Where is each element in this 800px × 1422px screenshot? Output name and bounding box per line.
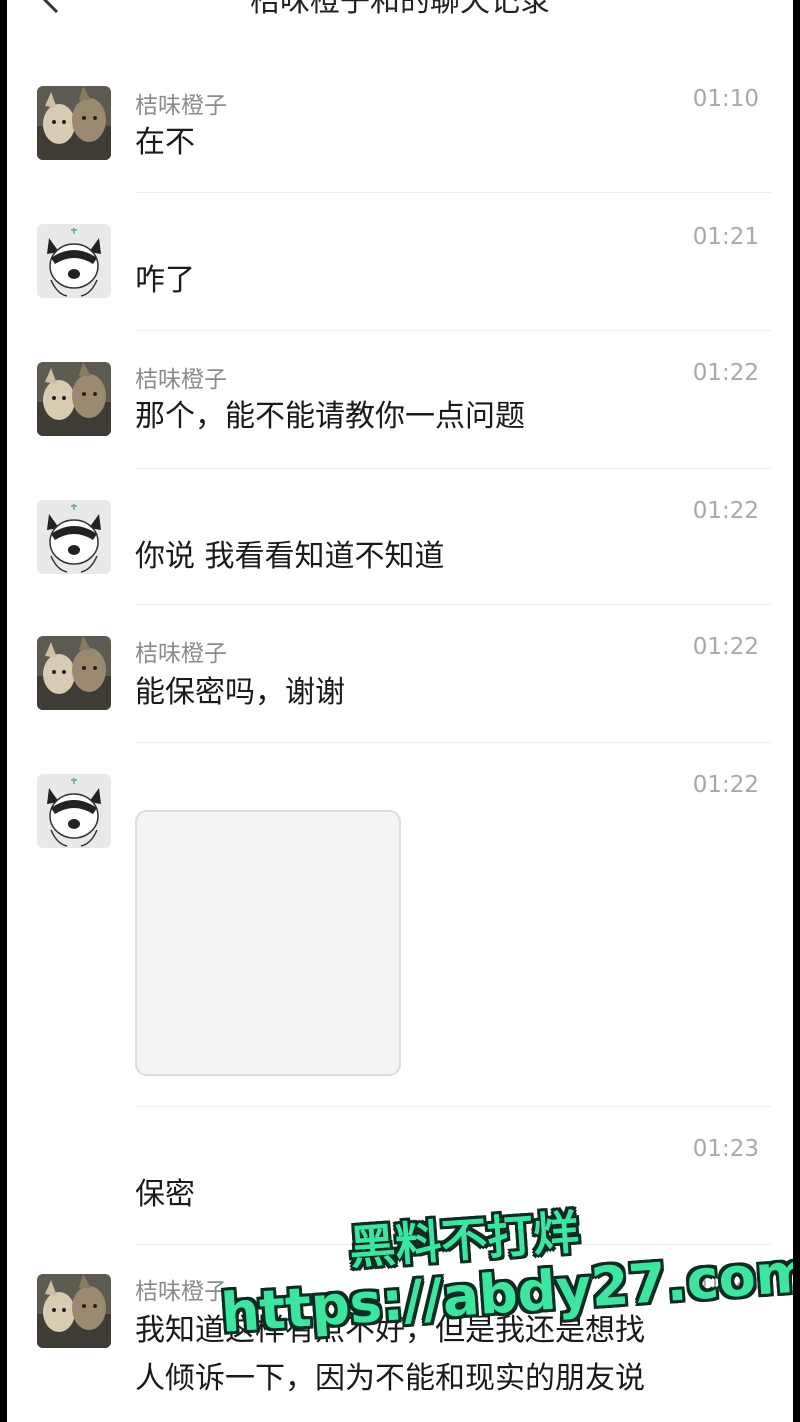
message-item[interactable]: 01:22 <box>7 772 793 1108</box>
message-item[interactable]: 01:21 咋了 <box>7 222 793 332</box>
message-time: 01:22 <box>692 498 759 524</box>
sender-name: 桔味橙子 <box>135 641 227 667</box>
message-time: 01:23 <box>692 1136 759 1162</box>
message-item[interactable]: 桔味橙子 01:22 那个，能不能请教你一点问题 <box>7 360 793 470</box>
dogs-avatar[interactable] <box>37 1274 111 1348</box>
image-placeholder[interactable] <box>135 810 401 1076</box>
message-text: 保密 <box>135 1177 195 1212</box>
message-time: 01:10 <box>692 86 759 112</box>
cat-avatar[interactable] <box>37 500 111 574</box>
message-item[interactable]: 01:22 你说 我看看知道不知道 <box>7 498 793 608</box>
sender-name: 桔味橙子 <box>135 1279 227 1305</box>
sender-name: 桔味橙子 <box>135 93 227 119</box>
message-text: 在不 <box>135 125 195 160</box>
dogs-avatar[interactable] <box>37 362 111 436</box>
message-text: 咋了 <box>135 263 195 298</box>
message-item[interactable]: 桔味橙子 01:10 在不 <box>7 84 793 194</box>
sender-name: 桔味橙子 <box>135 367 227 393</box>
cat-avatar[interactable] <box>37 774 111 848</box>
divider <box>135 192 771 193</box>
dogs-avatar[interactable] <box>37 86 111 160</box>
divider <box>135 330 771 331</box>
message-time: 01:21 <box>692 224 759 250</box>
divider <box>135 742 771 743</box>
divider <box>135 1106 771 1107</box>
header: 桔味橙子和的聊天记录 ··· <box>7 0 793 30</box>
message-text: 你说 我看看知道不知道 <box>135 539 445 574</box>
message-item[interactable]: 桔味橙子 01:22 能保密吗，谢谢 <box>7 634 793 744</box>
divider <box>135 604 771 605</box>
message-text-line2: 人倾诉一下，因为不能和现实的朋友说 <box>135 1361 645 1396</box>
page-title: 桔味橙子和的聊天记录 <box>250 0 550 19</box>
chat-history-screen: 桔味橙子和的聊天记录 ··· 桔味橙子 01:10 在不 <box>7 0 793 1422</box>
message-time: 01:22 <box>692 360 759 386</box>
message-time: 01:22 <box>692 772 759 798</box>
dogs-avatar[interactable] <box>37 636 111 710</box>
cat-avatar[interactable] <box>37 224 111 298</box>
divider <box>135 468 771 469</box>
message-text: 那个，能不能请教你一点问题 <box>135 399 525 434</box>
message-text: 能保密吗，谢谢 <box>135 675 345 710</box>
message-time: 01:22 <box>692 634 759 660</box>
more-options-icon[interactable]: ··· <box>728 0 759 10</box>
